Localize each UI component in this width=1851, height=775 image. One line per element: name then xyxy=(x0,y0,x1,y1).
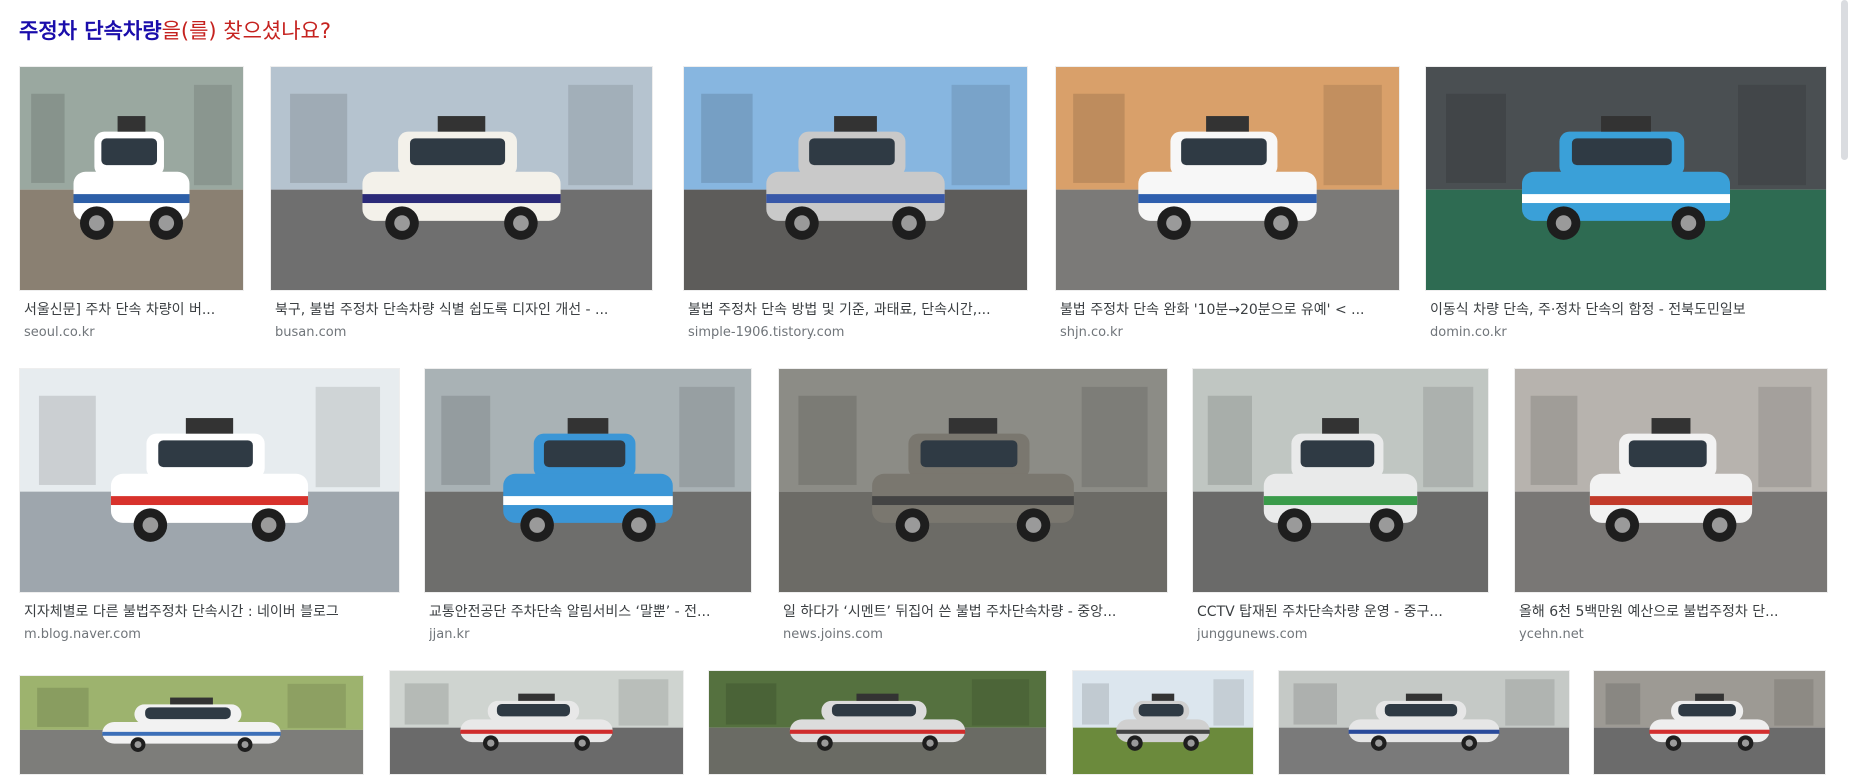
result-thumbnail[interactable] xyxy=(1593,670,1826,775)
scrollbar[interactable] xyxy=(1838,0,1851,766)
result-domain[interactable]: jjan.kr xyxy=(429,627,746,643)
result-title[interactable]: 서울신문] 주차 단속 차량이 버... xyxy=(24,301,238,319)
result-thumbnail[interactable] xyxy=(683,66,1028,291)
result-thumbnail[interactable] xyxy=(778,368,1168,593)
result-domain[interactable]: junggunews.com xyxy=(1197,627,1483,643)
did-you-mean[interactable]: 주정차 단속차량을(를) 찾으셨나요? xyxy=(19,16,331,46)
result-thumbnail[interactable] xyxy=(708,670,1047,775)
result-title[interactable]: 이동식 차량 단속, 주·정차 단속의 함정 - 전북도민일보 xyxy=(1430,301,1821,319)
result-title[interactable]: 올해 6천 5백만원 예산으로 불법주정차 단... xyxy=(1519,603,1822,621)
scrollbar-thumb[interactable] xyxy=(1841,0,1848,160)
result-thumbnail[interactable] xyxy=(1514,368,1828,593)
result-title[interactable]: 불법 주정차 단속 방법 및 기준, 과태료, 단속시간,... xyxy=(688,301,1022,319)
result-thumbnail[interactable] xyxy=(389,670,684,775)
result-thumbnail[interactable] xyxy=(19,675,364,775)
result-domain[interactable]: m.blog.naver.com xyxy=(24,627,394,643)
result-domain[interactable]: ycehn.net xyxy=(1519,627,1822,643)
result-domain[interactable]: seoul.co.kr xyxy=(24,325,238,341)
did-you-mean-suffix: 을(를) 찾으셨나요? xyxy=(161,19,332,43)
result-thumbnail[interactable] xyxy=(1425,66,1827,291)
result-title[interactable]: 교통안전공단 주차단속 알림서비스 ‘말뿐’ - 전... xyxy=(429,603,746,621)
result-domain[interactable]: shjn.co.kr xyxy=(1060,325,1394,341)
result-thumbnail[interactable] xyxy=(1072,670,1254,775)
result-domain[interactable]: busan.com xyxy=(275,325,647,341)
result-title[interactable]: 일 하다가 ‘시멘트’ 뒤집어 쓴 불법 주차단속차량 - 중앙... xyxy=(783,603,1162,621)
result-thumbnail[interactable] xyxy=(19,368,400,593)
result-title[interactable]: CCTV 탑재된 주차단속차량 운영 - 중구... xyxy=(1197,603,1483,621)
suggested-query-link[interactable]: 주정차 단속차량 xyxy=(19,19,162,43)
result-thumbnail[interactable] xyxy=(1278,670,1570,775)
result-thumbnail[interactable] xyxy=(1055,66,1400,291)
result-thumbnail[interactable] xyxy=(424,368,752,593)
result-domain[interactable]: simple-1906.tistory.com xyxy=(688,325,1022,341)
result-title[interactable]: 지자체별로 다른 불법주정차 단속시간 : 네이버 블로그 xyxy=(24,603,394,621)
result-title[interactable]: 북구, 불법 주정차 단속차량 식별 쉽도록 디자인 개선 - ... xyxy=(275,301,647,319)
result-thumbnail[interactable] xyxy=(19,66,244,291)
result-domain[interactable]: news.joins.com xyxy=(783,627,1162,643)
result-thumbnail[interactable] xyxy=(1192,368,1489,593)
result-thumbnail[interactable] xyxy=(270,66,653,291)
result-domain[interactable]: domin.co.kr xyxy=(1430,325,1821,341)
result-title[interactable]: 불법 주정차 단속 완화 '10분→20분으로 유예' < ... xyxy=(1060,301,1394,319)
